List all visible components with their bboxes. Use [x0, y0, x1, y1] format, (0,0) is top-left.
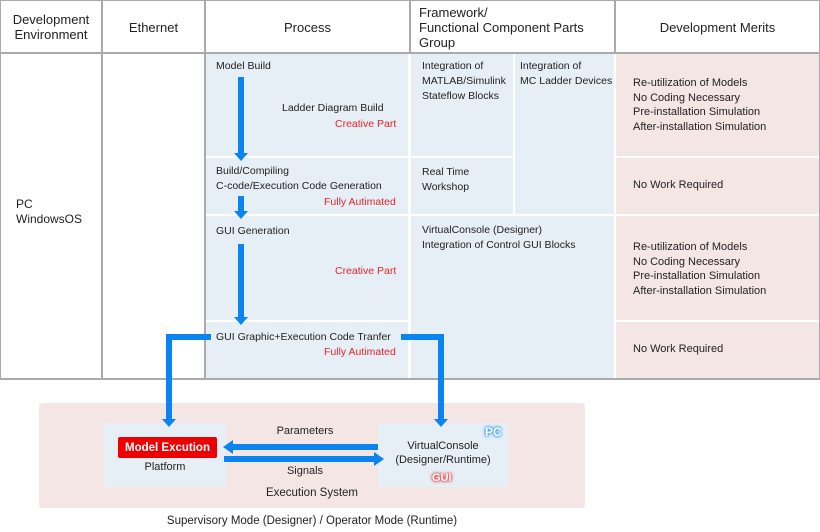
signals-arrow-shaft: [224, 456, 374, 462]
pc-badge: PC: [485, 425, 502, 439]
col-line-2: [204, 0, 206, 380]
parameters-arrow-head: [223, 440, 233, 454]
framework-mc-ladder: Integration of MC Ladder Devices: [520, 59, 612, 89]
merits-row3: Re-utilization of Models No Coding Neces…: [633, 240, 766, 298]
merit-item: Pre-installation Simulation: [633, 106, 761, 118]
gui-badge: GUI: [432, 472, 452, 484]
merits-row1: Re-utilization of Models No Coding Neces…: [633, 76, 766, 134]
framework-matlab-line2: MATLAB/Simulink: [422, 75, 506, 87]
col-line-0: [0, 0, 1, 380]
arrow-head-build-to-gui: [234, 211, 248, 219]
tag-fully-automated-2: Fully Autimated: [324, 346, 396, 358]
merit-item: Re-utilization of Models: [633, 77, 748, 89]
arrow-model-to-build: [238, 77, 244, 154]
framework-virtualconsole-line1: VirtualConsole (Designer): [422, 224, 543, 236]
framework-rtw: Real Time Workshop: [422, 165, 469, 195]
step-model-build: Model Build: [216, 60, 271, 72]
merit-item: No Coding Necessary: [633, 255, 740, 268]
platform-label: Platform: [144, 461, 186, 473]
header-framework: Framework/ Functional Component Parts Gr…: [411, 0, 614, 53]
arrow-head-gui-to-transfer: [234, 317, 248, 325]
merit-item: Pre-installation Simulation: [633, 270, 761, 282]
virtualconsole-label: VirtualConsole (Designer/Runtime): [378, 439, 508, 467]
execution-system-label: Execution System: [265, 487, 359, 499]
framework-matlab: Integration of MATLAB/Simulink Stateflow…: [422, 59, 506, 104]
header-framework-line2: Functional Component Parts Group: [419, 19, 584, 50]
arrow-gui-to-transfer: [238, 244, 244, 318]
parameters-arrow-shaft: [232, 444, 378, 450]
arrow-head-model-to-build: [234, 153, 248, 161]
model-execution-button[interactable]: Model Excution: [118, 437, 217, 458]
merits-row2: No Work Required: [633, 179, 724, 191]
transfer-left-arrow-head: [162, 419, 176, 427]
step-gui-generation: GUI Generation: [216, 225, 290, 237]
transfer-right-arrow-head: [434, 419, 448, 427]
step-code-generation: C-code/Execution Code Generation: [216, 180, 382, 192]
tag-creative-part-2: Creative Part: [335, 265, 397, 277]
step-gui-transfer: GUI Graphic+Execution Code Tranfer: [216, 331, 391, 343]
merits-row4: No Work Required: [633, 343, 724, 355]
framework-mc-ladder-line2: MC Ladder Devices: [520, 75, 613, 87]
transfer-right-vertical: [438, 334, 444, 420]
virtualconsole-line2: (Designer/Runtime): [395, 454, 491, 466]
arrow-build-to-gui: [238, 196, 244, 212]
merit-item: No Coding Necessary: [633, 91, 740, 104]
environment-line2: WindowsOS: [16, 212, 83, 226]
header-framework-line1: Framework/: [419, 4, 488, 20]
signals-arrow-head: [374, 452, 384, 466]
framework-virtualconsole: VirtualConsole (Designer) Integration of…: [422, 223, 576, 253]
tag-creative-part-1: Creative Part: [335, 118, 397, 130]
parameters-label: Parameters: [276, 425, 334, 437]
framework-rtw-line1: Real Time: [422, 166, 470, 178]
framework-matlab-line1: Integration of: [422, 60, 484, 72]
framework-virtualconsole-line2: Integration of Control GUI Blocks: [422, 239, 576, 251]
framework-matlab-line3: Stateflow Blocks: [422, 90, 500, 102]
header-dev-environment: Development Environment: [1, 0, 101, 53]
col-line-1: [101, 0, 103, 380]
merit-item: Re-utilization of Models: [633, 241, 748, 253]
merit-item: After-installation Simulation: [633, 120, 767, 133]
environment-label: PC WindowsOS: [16, 197, 82, 227]
header-ethernet: Ethernet: [103, 0, 204, 53]
header-merits: Development Merits: [616, 0, 819, 53]
transfer-left-horizontal: [166, 334, 211, 340]
framework-mc-ladder-line1: Integration of: [520, 60, 582, 72]
step-build-compiling: Build/Compiling: [216, 165, 289, 177]
tag-fully-automated-1: Fully Autimated: [324, 196, 396, 208]
transfer-left-vertical: [166, 334, 172, 420]
step-ladder-diagram-build: Ladder Diagram Build: [282, 102, 384, 114]
framework-rtw-line2: Workshop: [422, 181, 470, 193]
footer-mode-label: Supervisory Mode (Designer) / Operator M…: [166, 515, 458, 527]
signals-label: Signals: [286, 465, 324, 477]
header-process: Process: [206, 0, 409, 53]
virtualconsole-line1: VirtualConsole: [407, 440, 479, 452]
merit-item: After-installation Simulation: [633, 284, 767, 297]
environment-line1: PC: [16, 197, 33, 211]
table-border-bottom: [0, 378, 820, 380]
